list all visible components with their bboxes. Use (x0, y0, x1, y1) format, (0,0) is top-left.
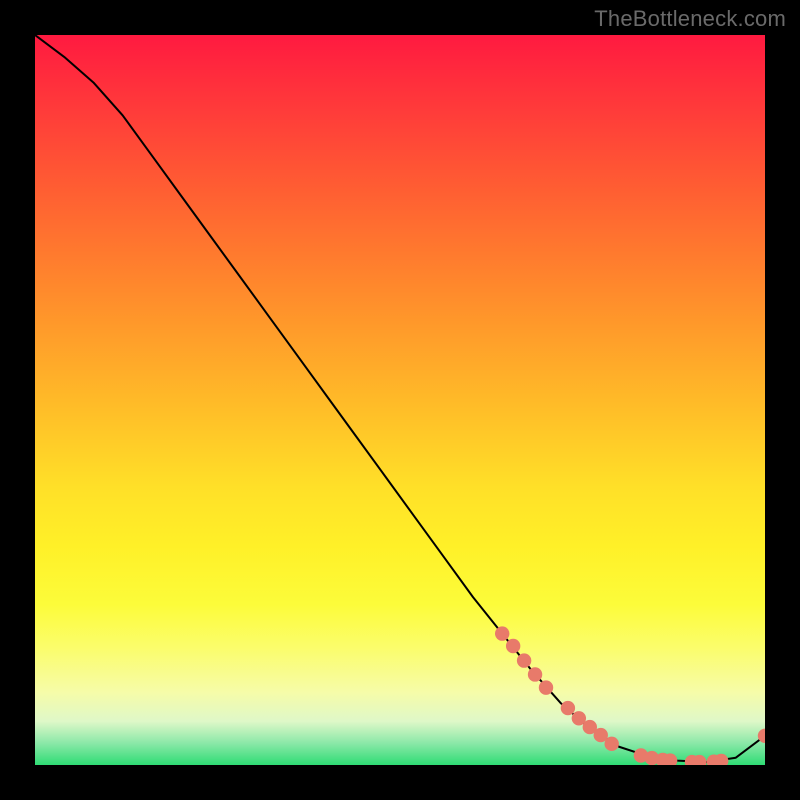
data-point (506, 639, 520, 653)
data-point (528, 667, 542, 681)
watermark-text: TheBottleneck.com (594, 6, 786, 32)
data-markers (495, 626, 765, 765)
data-point (561, 701, 575, 715)
chart-svg (35, 35, 765, 765)
bottleneck-curve (35, 35, 765, 762)
chart-frame: TheBottleneck.com (0, 0, 800, 800)
plot-area (35, 35, 765, 765)
data-point (517, 653, 531, 667)
data-point (605, 737, 619, 751)
data-point (495, 626, 509, 640)
data-point (539, 680, 553, 694)
